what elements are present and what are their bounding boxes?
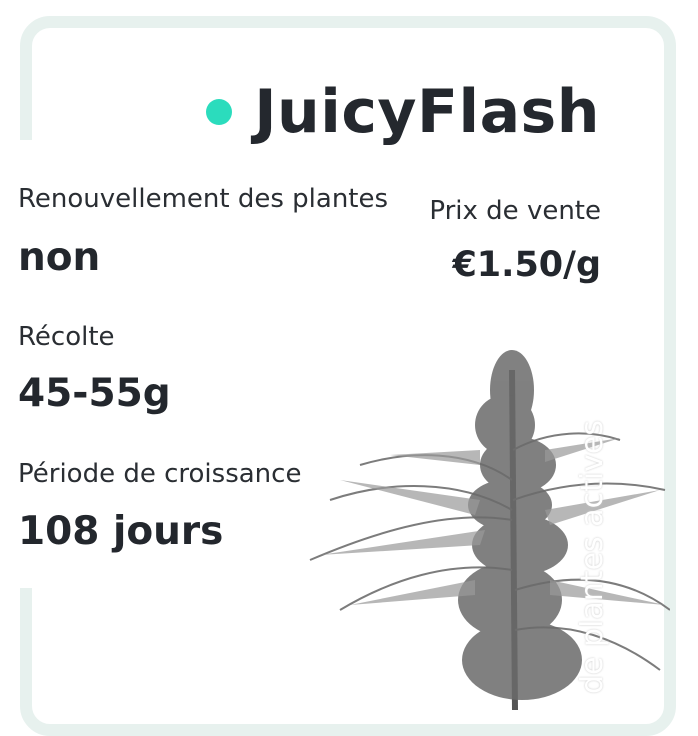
growth-value: 108 jours — [18, 509, 224, 554]
product-name: JuicyFlash — [254, 77, 600, 147]
product-header: JuicyFlash — [206, 82, 600, 142]
active-plants-side-label: de plantes actives — [575, 419, 610, 694]
harvest-label: Récolte — [18, 322, 115, 352]
status-dot — [206, 99, 233, 125]
renewal-value: non — [18, 235, 101, 280]
cannabis-plant-image — [309, 350, 670, 710]
renewal-label: Renouvellement des plantes — [18, 184, 389, 214]
price-label: Prix de vente — [429, 196, 601, 226]
price-value: €1.50/g — [452, 245, 601, 285]
growth-label: Période de croissance — [18, 459, 302, 489]
harvest-value: 45-55g — [18, 371, 171, 416]
